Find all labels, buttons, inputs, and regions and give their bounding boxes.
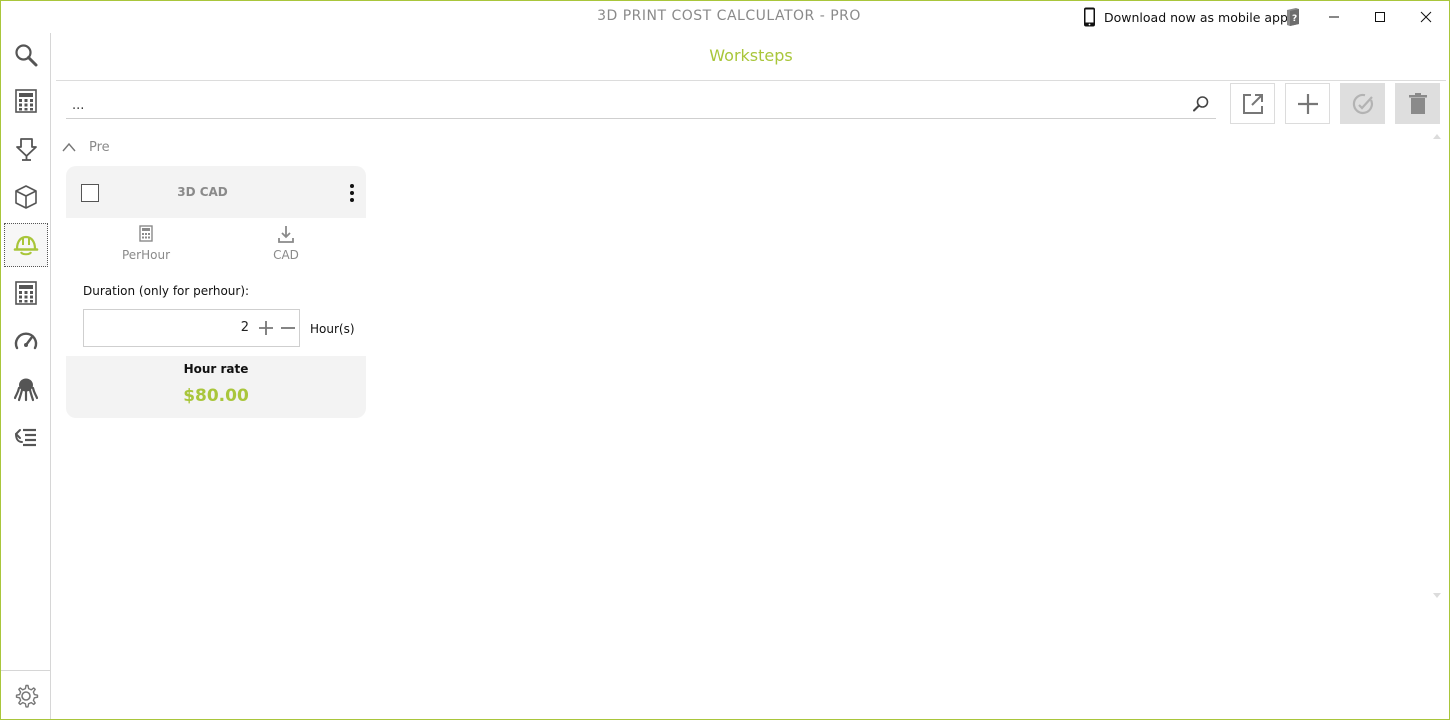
scroll-up-icon[interactable] xyxy=(1432,132,1442,140)
sidebar xyxy=(1,33,51,719)
card-footer: Hour rate $80.00 xyxy=(66,356,366,418)
phone-icon xyxy=(1084,7,1095,27)
select-button[interactable] xyxy=(1340,83,1385,124)
close-button[interactable] xyxy=(1403,1,1449,33)
maximize-button[interactable] xyxy=(1357,1,1403,33)
chevron-up-icon xyxy=(62,142,76,152)
external-link-icon xyxy=(1242,93,1263,114)
trash-icon xyxy=(1408,92,1427,114)
delete-button[interactable] xyxy=(1395,83,1440,124)
search-bar xyxy=(66,91,1216,119)
minus-icon[interactable] xyxy=(279,319,297,337)
workstep-category: CAD xyxy=(216,224,356,262)
svg-text:?: ? xyxy=(1292,14,1297,24)
grid-icon xyxy=(15,281,37,305)
group-label: Pre xyxy=(89,139,110,155)
download-icon xyxy=(278,226,294,243)
card-body: PerHour CAD Duration (only for perhour):… xyxy=(66,218,366,356)
mobile-app-link[interactable]: Download now as mobile app! xyxy=(1083,7,1293,27)
sidebar-item-search[interactable] xyxy=(4,33,48,77)
book-icon[interactable]: ? xyxy=(1284,7,1302,27)
add-button[interactable] xyxy=(1285,83,1330,124)
plus-icon[interactable] xyxy=(257,319,275,337)
list-icon xyxy=(15,428,36,447)
sidebar-item-calculator[interactable] xyxy=(4,79,48,123)
search-input[interactable] xyxy=(72,95,1182,115)
rate-value: $80.00 xyxy=(183,386,249,406)
sidebar-divider xyxy=(1,670,50,671)
calculation-type-label: PerHour xyxy=(121,248,171,262)
scroll-down-icon[interactable] xyxy=(1432,592,1442,600)
workstep-category-label: CAD xyxy=(273,248,299,262)
page-title: Worksteps xyxy=(709,46,793,65)
check-circle-icon xyxy=(1352,93,1373,114)
sidebar-item-list[interactable] xyxy=(4,415,48,459)
gear-icon xyxy=(15,684,39,708)
group-header-pre[interactable]: Pre xyxy=(61,137,110,157)
card-title: 3D CAD xyxy=(177,185,228,199)
duration-stepper[interactable]: 2 xyxy=(83,309,300,347)
duration-label: Duration (only for perhour): xyxy=(83,284,250,298)
sidebar-item-settings[interactable] xyxy=(4,674,48,718)
search-icon[interactable] xyxy=(1192,95,1210,113)
sidebar-item-speed[interactable] xyxy=(4,319,48,363)
sidebar-item-octoprint[interactable] xyxy=(4,367,48,411)
octopus-icon xyxy=(13,378,39,402)
duration-unit: Hour(s) xyxy=(310,322,355,336)
rate-label: Hour rate xyxy=(183,362,249,376)
header-divider xyxy=(56,80,1446,81)
workstep-card: 3D CAD PerHour CAD Duration (only for pe… xyxy=(66,166,366,418)
more-vertical-icon[interactable] xyxy=(344,182,360,204)
export-button[interactable] xyxy=(1230,83,1275,124)
maximize-icon xyxy=(1375,12,1385,22)
duration-value[interactable]: 2 xyxy=(84,320,249,335)
hardhat-icon xyxy=(13,235,39,256)
app-window: 3D PRINT COST CALCULATOR - PRO Download … xyxy=(0,0,1450,720)
cube-icon xyxy=(15,185,37,209)
gauge-icon xyxy=(14,332,38,350)
plus-icon xyxy=(1297,93,1318,114)
mobile-link-label: Download now as mobile app! xyxy=(1104,9,1293,25)
calculation-type: PerHour xyxy=(76,224,216,262)
minimize-icon xyxy=(1329,16,1339,18)
sidebar-item-grid[interactable] xyxy=(4,271,48,315)
printer-icon xyxy=(16,138,37,161)
sidebar-item-worksteps[interactable] xyxy=(4,223,48,267)
card-header: 3D CAD xyxy=(66,166,366,218)
search-icon xyxy=(15,44,38,67)
sidebar-item-printer[interactable] xyxy=(4,127,48,171)
calculator-icon xyxy=(139,225,153,242)
calculator-icon xyxy=(15,89,37,113)
title-bar: 3D PRINT COST CALCULATOR - PRO Download … xyxy=(1,1,1449,33)
sidebar-item-material[interactable] xyxy=(4,175,48,219)
minimize-button[interactable] xyxy=(1311,1,1357,33)
close-icon xyxy=(1420,11,1432,23)
